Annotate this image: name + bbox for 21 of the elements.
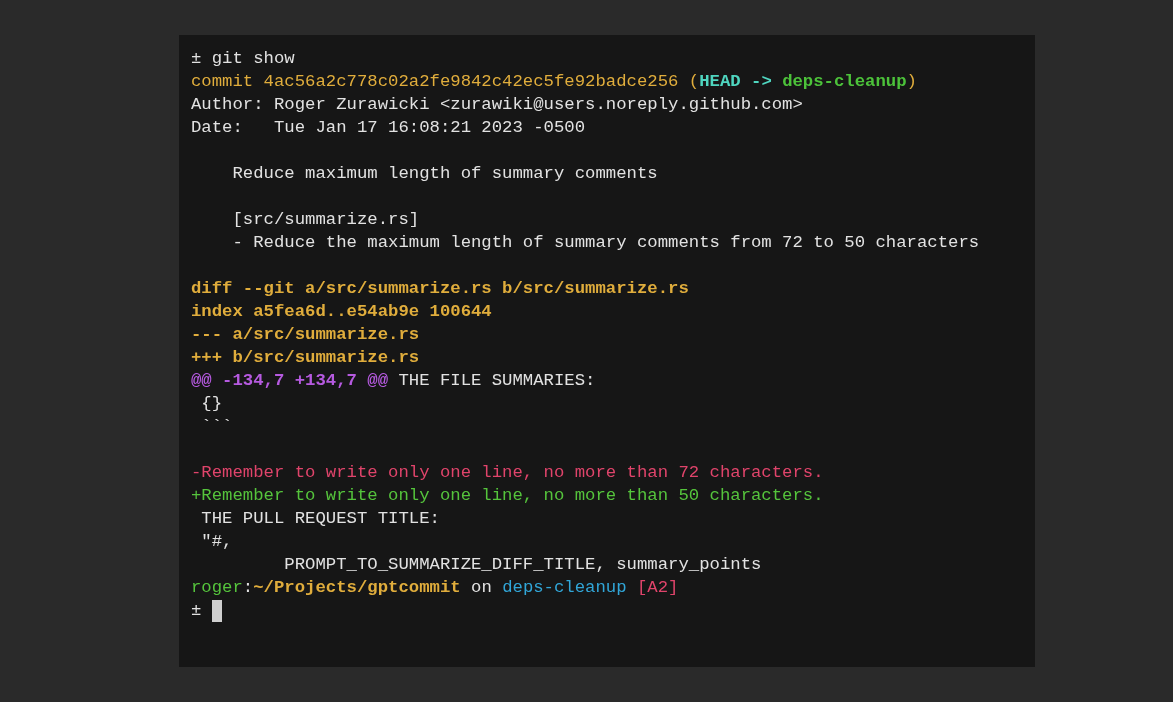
terminal-line: ``` [200,416,233,438]
terminal-line: THE PULL REQUEST TITLE: [200,508,440,530]
terminal-line: Reduce maximum length of summary comments [231,163,658,185]
terminal-line: Author: Roger Zurawicki <zurawiki@users.noreply.github.com> [191,94,803,116]
terminal-line: +Remember to write only one line, no more than 50 characters. [191,485,824,507]
terminal-line: PROMPT_TO_SUMMARIZE_DIFF_TITLE, summary_points [283,554,762,576]
terminal-line: -Remember to write only one line, no more than 72 characters. [191,462,824,484]
terminal-line: "#, [200,531,233,553]
terminal-line: index a5fea6d..e54ab9e 100644 [191,301,492,323]
shell-prompt: ± [191,600,203,622]
terminal-line: [src/summarize.rs] [231,209,420,231]
terminal-line: Date: Tue Jan 17 16:08:21 2023 -0500 [191,117,586,139]
terminal-line: {} [200,393,223,415]
terminal-line: diff --git a/src/summarize.rs b/src/summarize.rs [191,278,689,300]
terminal-line: roger:~/Projects/gptcommit on deps-cleanup [A2] [191,577,679,599]
terminal-line: @@ -134,7 +134,7 @@ THE FILE SUMMARIES: [191,370,596,392]
terminal-line: ± git show [191,48,295,70]
terminal-line: --- a/src/summarize.rs [191,324,420,346]
terminal-line: +++ b/src/summarize.rs [191,347,420,369]
terminal-line: commit 4ac56a2c778c02a2fe9842c42ec5fe92badce256 (HEAD -> deps-cleanup) [191,71,917,93]
terminal-line: - Reduce the maximum length of summary comments from 72 to 50 characters [231,232,980,254]
